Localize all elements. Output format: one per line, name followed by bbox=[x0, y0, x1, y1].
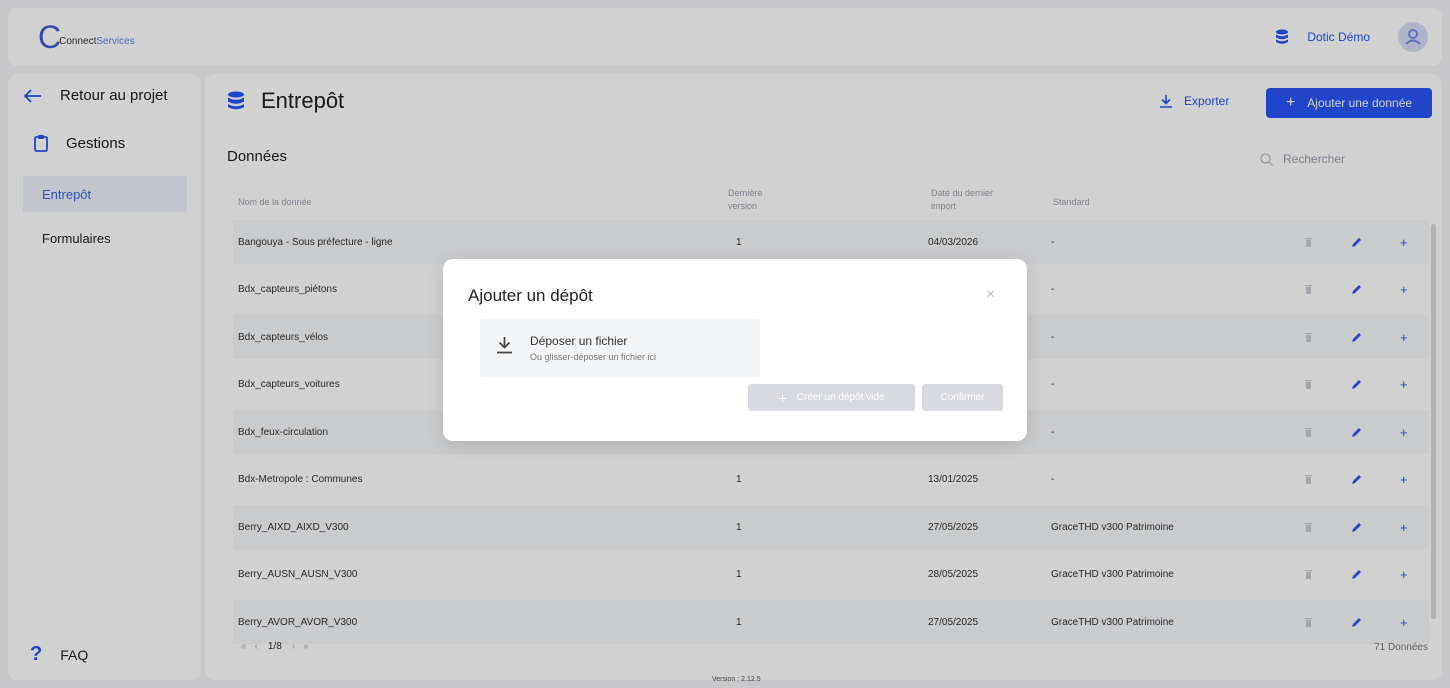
download-icon bbox=[497, 337, 512, 354]
close-icon[interactable]: × bbox=[986, 286, 995, 304]
add-deposit-modal: Ajouter un dépôt × Déposer un fichier Ou… bbox=[443, 259, 1027, 441]
file-dropzone[interactable]: Déposer un fichier Ou glisser-déposer un… bbox=[480, 319, 760, 377]
create-empty-deposit-button[interactable]: + Créer un dépôt vide bbox=[748, 384, 915, 411]
plus-icon: + bbox=[778, 389, 787, 406]
create-empty-label: Créer un dépôt vide bbox=[796, 392, 885, 403]
dropzone-subtitle: Ou glisser-déposer un fichier ici bbox=[530, 352, 657, 362]
confirm-button[interactable]: Confirmer bbox=[922, 384, 1003, 411]
modal-title: Ajouter un dépôt bbox=[468, 286, 593, 305]
dropzone-title: Déposer un fichier bbox=[530, 334, 628, 348]
